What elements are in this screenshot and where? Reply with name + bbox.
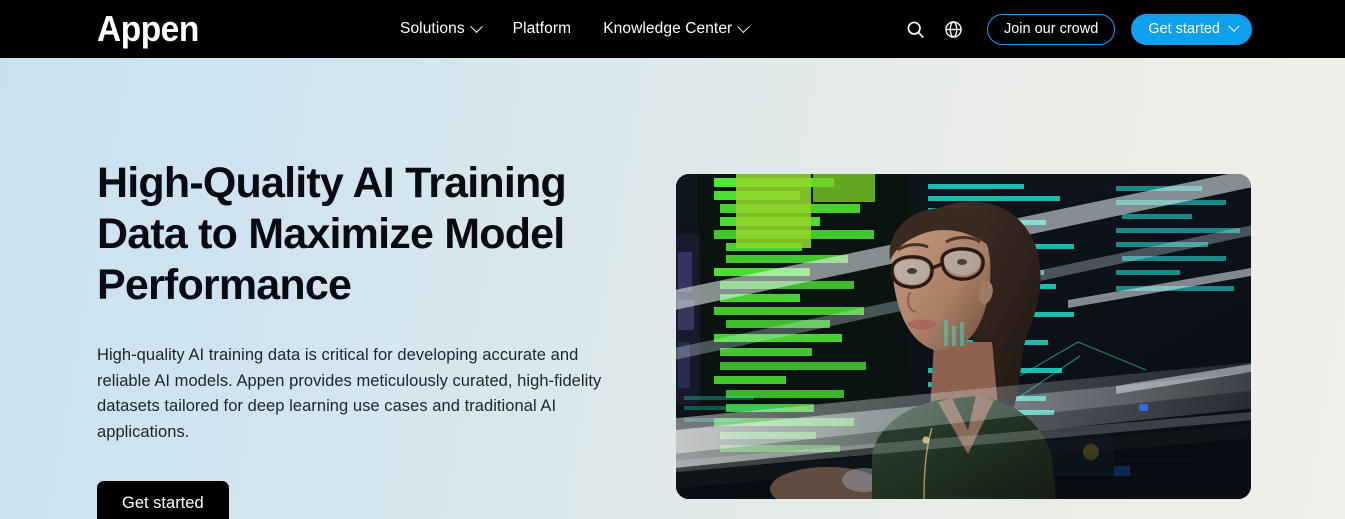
chevron-down-icon: [469, 19, 483, 33]
main-nav: Solutions Platform Knowledge Center: [400, 0, 751, 58]
hero-content: High-Quality AI Training Data to Maximiz…: [97, 158, 627, 519]
get-started-button[interactable]: Get started: [97, 481, 229, 519]
nav-item-platform[interactable]: Platform: [513, 20, 572, 38]
nav-item-solutions[interactable]: Solutions: [400, 19, 483, 38]
appen-logo[interactable]: Appen: [97, 11, 199, 47]
nav-label-solutions: Solutions: [400, 20, 465, 37]
nav-label-platform: Platform: [512, 20, 572, 37]
top-navigation-bar: Appen Solutions Platform Knowledge Cente…: [0, 0, 1345, 58]
globe-icon[interactable]: [943, 18, 965, 40]
page-title: High-Quality AI Training Data to Maximiz…: [97, 159, 567, 309]
chevron-down-icon: [737, 19, 751, 33]
hero-image-illustration: [676, 174, 1251, 499]
search-icon[interactable]: [905, 18, 927, 40]
hero-description: High-quality AI training data is critica…: [97, 346, 602, 441]
join-our-crowd-button[interactable]: Join our crowd: [986, 13, 1116, 45]
hero-image: [676, 174, 1251, 499]
hero-page: Appen Solutions Platform Knowledge Cente…: [0, 0, 1345, 519]
get-started-nav-label: Get started: [1148, 21, 1220, 37]
nav-label-knowledge-center: Knowledge Center: [603, 20, 733, 37]
chevron-down-icon: [1228, 20, 1240, 32]
get-started-nav-button[interactable]: Get started: [1131, 13, 1252, 45]
nav-item-knowledge-center[interactable]: Knowledge Center: [603, 19, 751, 38]
nav-actions: Join our crowd Get started: [905, 0, 1252, 58]
